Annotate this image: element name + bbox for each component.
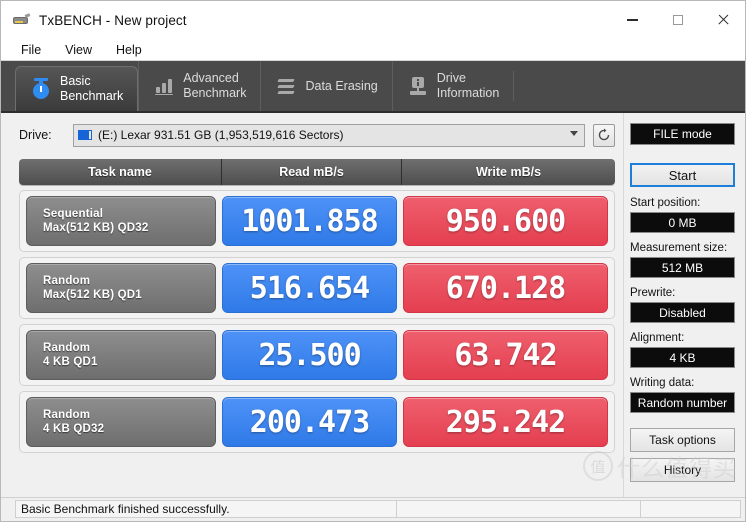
task-line2: 4 KB QD1 — [43, 356, 98, 368]
tab-data-erasing[interactable]: Data Erasing — [260, 61, 391, 111]
column-header-task-name: Task name — [88, 165, 152, 179]
table-header-row: Task name Read mB/s Write mB/s — [19, 159, 615, 185]
status-pane-secondary — [397, 500, 641, 518]
task-name-chip: Random 4 KB QD32 — [26, 397, 216, 447]
drive-select[interactable]: (E:) Lexar 931.51 GB (1,953,519,616 Sect… — [73, 123, 585, 147]
column-header-read: Read mB/s — [221, 159, 401, 185]
menu-item-help[interactable]: Help — [114, 42, 144, 58]
task-line2: Max(512 KB) QD1 — [43, 289, 142, 301]
close-icon — [717, 14, 729, 26]
table-row[interactable]: Sequential Max(512 KB) QD32 1001.858 950… — [19, 190, 615, 252]
measurement-size-label: Measurement size: — [630, 242, 728, 254]
app-drive-device-icon — [11, 10, 31, 30]
stopwatch-icon — [30, 77, 52, 101]
window-controls — [610, 1, 745, 39]
content-area: Drive: (E:) Lexar 931.51 GB (1,953,519,6… — [1, 113, 745, 497]
table-row[interactable]: Random 4 KB QD1 25.500 63.742 — [19, 324, 615, 386]
alignment-label: Alignment: — [630, 332, 685, 344]
status-pane-tertiary — [641, 500, 741, 518]
prewrite-value[interactable]: Disabled — [630, 302, 735, 323]
benchmark-panel: Drive: (E:) Lexar 931.51 GB (1,953,519,6… — [1, 113, 623, 497]
minimize-button[interactable] — [610, 1, 655, 39]
writing-data-value[interactable]: Random number — [630, 392, 735, 413]
maximize-icon — [672, 15, 683, 25]
menu-item-file[interactable]: File — [19, 42, 43, 58]
read-value: 25.500 — [222, 330, 397, 380]
task-line2: Max(512 KB) QD32 — [43, 222, 149, 234]
task-line2: 4 KB QD32 — [43, 423, 105, 435]
task-name-chip: Random 4 KB QD1 — [26, 330, 216, 380]
minimize-icon — [627, 19, 638, 21]
table-row[interactable]: Random Max(512 KB) QD1 516.654 670.128 — [19, 257, 615, 319]
write-value: 670.128 — [403, 263, 608, 313]
table-row[interactable]: Random 4 KB QD32 200.473 295.242 — [19, 391, 615, 453]
read-value: 200.473 — [222, 397, 397, 447]
measurement-size-value[interactable]: 512 MB — [630, 257, 735, 278]
drive-info-icon — [407, 74, 429, 98]
tab-divider — [513, 71, 515, 101]
file-mode-button[interactable]: FILE mode — [630, 123, 735, 145]
write-value: 63.742 — [403, 330, 608, 380]
start-position-label: Start position: — [630, 197, 701, 209]
start-position-value[interactable]: 0 MB — [630, 212, 735, 233]
tab-strip: Basic Benchmark Advanced Benchmark Data … — [1, 61, 745, 113]
refresh-drives-button[interactable] — [593, 123, 615, 147]
writing-data-label: Writing data: — [630, 377, 695, 389]
write-value: 295.242 — [403, 397, 608, 447]
disk-icon — [78, 129, 93, 141]
tab-label-advanced-benchmark: Advanced Benchmark — [183, 71, 247, 100]
task-options-button[interactable]: Task options — [630, 428, 735, 452]
control-panel: FILE mode Start Start position: 0 MB Mea… — [623, 113, 745, 497]
maximize-button[interactable] — [655, 1, 700, 39]
column-header-write: Write mB/s — [401, 159, 615, 185]
task-line1: Random — [43, 409, 91, 421]
start-button[interactable]: Start — [630, 163, 735, 187]
prewrite-label: Prewrite: — [630, 287, 676, 299]
task-line1: Random — [43, 275, 91, 287]
window-title: TxBENCH - New project — [39, 12, 187, 28]
task-name-chip: Random Max(512 KB) QD1 — [26, 263, 216, 313]
tab-label-drive-information: Drive Information — [436, 71, 500, 100]
history-button[interactable]: History — [630, 458, 735, 482]
tab-basic-benchmark[interactable]: Basic Benchmark — [15, 66, 139, 111]
tab-advanced-benchmark[interactable]: Advanced Benchmark — [138, 61, 260, 111]
alignment-value[interactable]: 4 KB — [630, 347, 735, 368]
chevron-down-icon — [570, 130, 578, 139]
refresh-icon — [598, 128, 610, 141]
drive-selected-value: (E:) Lexar 931.51 GB (1,953,519,616 Sect… — [98, 128, 344, 142]
drive-label: Drive: — [19, 128, 52, 142]
tab-label-basic-benchmark: Basic Benchmark — [60, 74, 124, 103]
tab-label-data-erasing: Data Erasing — [305, 78, 378, 93]
txbench-window: TxBENCH - New project File View Help Bas… — [0, 0, 746, 522]
status-bar: Basic Benchmark finished successfully. — [1, 497, 745, 521]
results-table: Task name Read mB/s Write mB/s Sequentia… — [19, 159, 623, 453]
title-bar: TxBENCH - New project — [1, 1, 745, 39]
task-line1: Sequential — [43, 208, 104, 220]
read-value: 1001.858 — [222, 196, 397, 246]
erase-waves-icon — [275, 74, 297, 98]
task-line1: Random — [43, 342, 91, 354]
task-name-chip: Sequential Max(512 KB) QD32 — [26, 196, 216, 246]
close-button[interactable] — [700, 1, 745, 39]
write-value: 950.600 — [403, 196, 608, 246]
status-message: Basic Benchmark finished successfully. — [21, 502, 230, 516]
status-message-pane: Basic Benchmark finished successfully. — [15, 500, 397, 518]
bar-chart-icon — [153, 74, 175, 98]
drive-selector-row: Drive: (E:) Lexar 931.51 GB (1,953,519,6… — [19, 123, 623, 147]
read-value: 516.654 — [222, 263, 397, 313]
menu-bar: File View Help — [1, 39, 745, 61]
menu-item-view[interactable]: View — [63, 42, 94, 58]
tab-drive-information[interactable]: Drive Information — [391, 61, 514, 111]
